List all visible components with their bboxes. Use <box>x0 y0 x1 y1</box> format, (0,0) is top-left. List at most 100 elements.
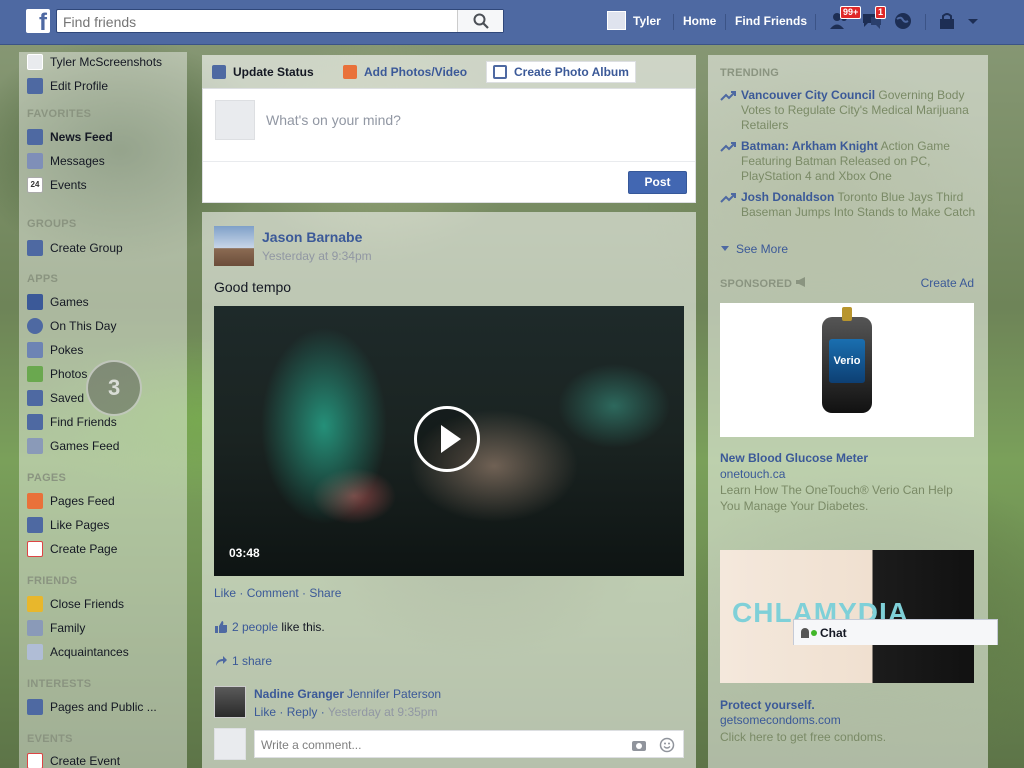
tab-create-photo-album[interactable]: Create Photo Album <box>486 61 636 83</box>
sidebar-item-label: Tyler McScreenshots <box>50 55 163 69</box>
sidebar-item-games-feed[interactable]: Games Feed <box>27 437 119 455</box>
sidebar-item-create-event[interactable]: Create Event <box>27 752 120 768</box>
sidebar-item-label: Edit Profile <box>50 79 109 93</box>
sidebar-item-find-friends[interactable]: Find Friends <box>27 413 117 431</box>
sidebar-item-label: Games Feed <box>50 439 120 453</box>
sidebar-item-edit-profile[interactable]: Edit Profile <box>27 77 108 95</box>
comment-timestamp[interactable]: Yesterday at 9:35pm <box>328 705 438 719</box>
story-actions: Like · Comment · Share <box>214 586 342 600</box>
sidebar-item-profile[interactable]: Tyler McScreenshots <box>27 53 162 71</box>
nav-user-name[interactable]: Tyler <box>633 14 661 28</box>
sidebar-item-messages[interactable]: Messages <box>27 152 105 170</box>
chat-tab[interactable]: Chat <box>793 619 998 645</box>
privacy-shortcuts-button[interactable] <box>937 11 959 31</box>
ad-title[interactable]: Protect yourself. <box>720 698 815 712</box>
avatar[interactable] <box>214 686 246 718</box>
news-feed-icon <box>27 129 43 145</box>
nav-find-friends[interactable]: Find Friends <box>735 14 807 28</box>
sidebar-item-label: Pokes <box>50 343 84 357</box>
search-button[interactable] <box>457 10 503 32</box>
sidebar-item-on-this-day[interactable]: On This Day <box>27 317 116 335</box>
sponsored-label: SPONSORED <box>720 278 793 290</box>
friend-requests-button[interactable]: 99+ <box>829 6 862 31</box>
sidebar-item-events[interactable]: 24 Events <box>27 176 87 194</box>
sidebar-item-label: Saved <box>50 391 85 405</box>
sidebar-item-acquaintances[interactable]: Acquaintances <box>27 643 129 661</box>
status-input[interactable]: What's on your mind? <box>266 112 401 128</box>
shares-count[interactable]: 1 share <box>232 654 272 668</box>
section-header-groups: GROUPS <box>27 218 77 230</box>
sidebar-item-create-page[interactable]: Create Page <box>27 540 117 558</box>
search-box <box>56 9 504 33</box>
story-author[interactable]: Jason Barnabe <box>262 229 362 245</box>
ad-domain[interactable]: getsomecondoms.com <box>720 713 841 727</box>
like-link[interactable]: Like <box>214 586 236 600</box>
see-more-label: See More <box>736 242 789 256</box>
comment-link[interactable]: Comment <box>247 586 299 600</box>
play-icon[interactable] <box>414 406 480 472</box>
star-icon <box>27 596 43 612</box>
comment-input[interactable]: Write a comment... <box>254 730 684 758</box>
sidebar-item-news-feed[interactable]: News Feed <box>27 128 113 146</box>
background-sign-icon <box>86 360 142 416</box>
search-input[interactable] <box>63 13 453 30</box>
facebook-logo-icon[interactable]: f <box>26 9 50 33</box>
comment-reply-link[interactable]: Reply <box>287 705 318 719</box>
camera-icon[interactable] <box>631 738 647 752</box>
sidebar-item-family[interactable]: Family <box>27 619 85 637</box>
online-status-icon <box>811 630 817 636</box>
post-button[interactable]: Post <box>628 171 687 194</box>
trending-item[interactable]: Vancouver City Council Governing Body Vo… <box>720 88 976 133</box>
story-timestamp[interactable]: Yesterday at 9:34pm <box>262 249 372 263</box>
sidebar-item-pages-feed[interactable]: Pages Feed <box>27 492 115 510</box>
comment-input-placeholder: Write a comment... <box>261 738 362 752</box>
emoji-icon[interactable] <box>659 737 675 753</box>
account-menu-button[interactable] <box>966 11 982 31</box>
comment: Nadine Granger Jennifer Paterson Like · … <box>214 686 684 722</box>
nav-home[interactable]: Home <box>683 14 716 28</box>
user-avatar[interactable] <box>607 11 626 30</box>
share-link[interactable]: Share <box>309 586 341 600</box>
comment-text[interactable]: Jennifer Paterson <box>347 687 441 701</box>
sidebar-item-label: Create Page <box>50 542 118 556</box>
likes-count[interactable]: 2 people <box>232 620 278 634</box>
messages-button[interactable]: 1 <box>861 6 887 31</box>
create-ad-link[interactable]: Create Ad <box>921 276 974 290</box>
sidebar-item-close-friends[interactable]: Close Friends <box>27 595 124 613</box>
sidebar-item-pokes[interactable]: Pokes <box>27 341 83 359</box>
sidebar-item-photos[interactable]: Photos <box>27 365 87 383</box>
sidebar-item-games[interactable]: Games <box>27 293 89 311</box>
comment-like-link[interactable]: Like <box>254 705 276 719</box>
sidebar-item-create-group[interactable]: Create Group <box>27 239 123 257</box>
tab-add-photos-video[interactable]: Add Photos/Video <box>343 61 467 83</box>
avatar[interactable] <box>214 226 254 266</box>
thumbs-up-icon <box>27 517 43 533</box>
tab-update-status[interactable]: Update Status <box>212 61 314 83</box>
section-header-apps: APPS <box>27 273 59 285</box>
flag-icon <box>27 541 43 557</box>
sidebar-item-like-pages[interactable]: Like Pages <box>27 516 109 534</box>
sidebar-item-saved[interactable]: Saved <box>27 389 84 407</box>
notifications-button[interactable] <box>893 11 915 31</box>
ad-image-glucose-meter[interactable]: Verio <box>720 303 974 437</box>
photos-icon <box>27 366 43 382</box>
divider <box>203 161 695 162</box>
search-icon <box>473 13 489 29</box>
video-player[interactable]: 03:48 <box>214 306 684 576</box>
ad-title[interactable]: New Blood Glucose Meter <box>720 451 868 465</box>
comment-author[interactable]: Nadine Granger <box>254 687 344 701</box>
ad-domain[interactable]: onetouch.ca <box>720 467 785 481</box>
sidebar-item-pages-and-public[interactable]: Pages and Public ... <box>27 698 157 716</box>
trending-item[interactable]: Josh Donaldson Toronto Blue Jays Third B… <box>720 190 976 220</box>
trending-item[interactable]: Batman: Arkham Knight Action Game Featur… <box>720 139 976 184</box>
ad-image-condom[interactable]: CHLAMYDIA <box>720 550 974 683</box>
trending-arrow-icon <box>720 91 736 101</box>
see-more-link[interactable]: See More <box>720 242 788 256</box>
story-text: Good tempo <box>214 279 292 295</box>
sidebar-item-label: Messages <box>50 154 105 168</box>
tab-label: Add Photos/Video <box>364 65 468 79</box>
sidebar-item-label: Close Friends <box>50 597 125 611</box>
add-event-icon <box>27 753 43 768</box>
trending-title: Batman: Arkham Knight <box>741 139 878 153</box>
nav-divider <box>673 14 674 30</box>
